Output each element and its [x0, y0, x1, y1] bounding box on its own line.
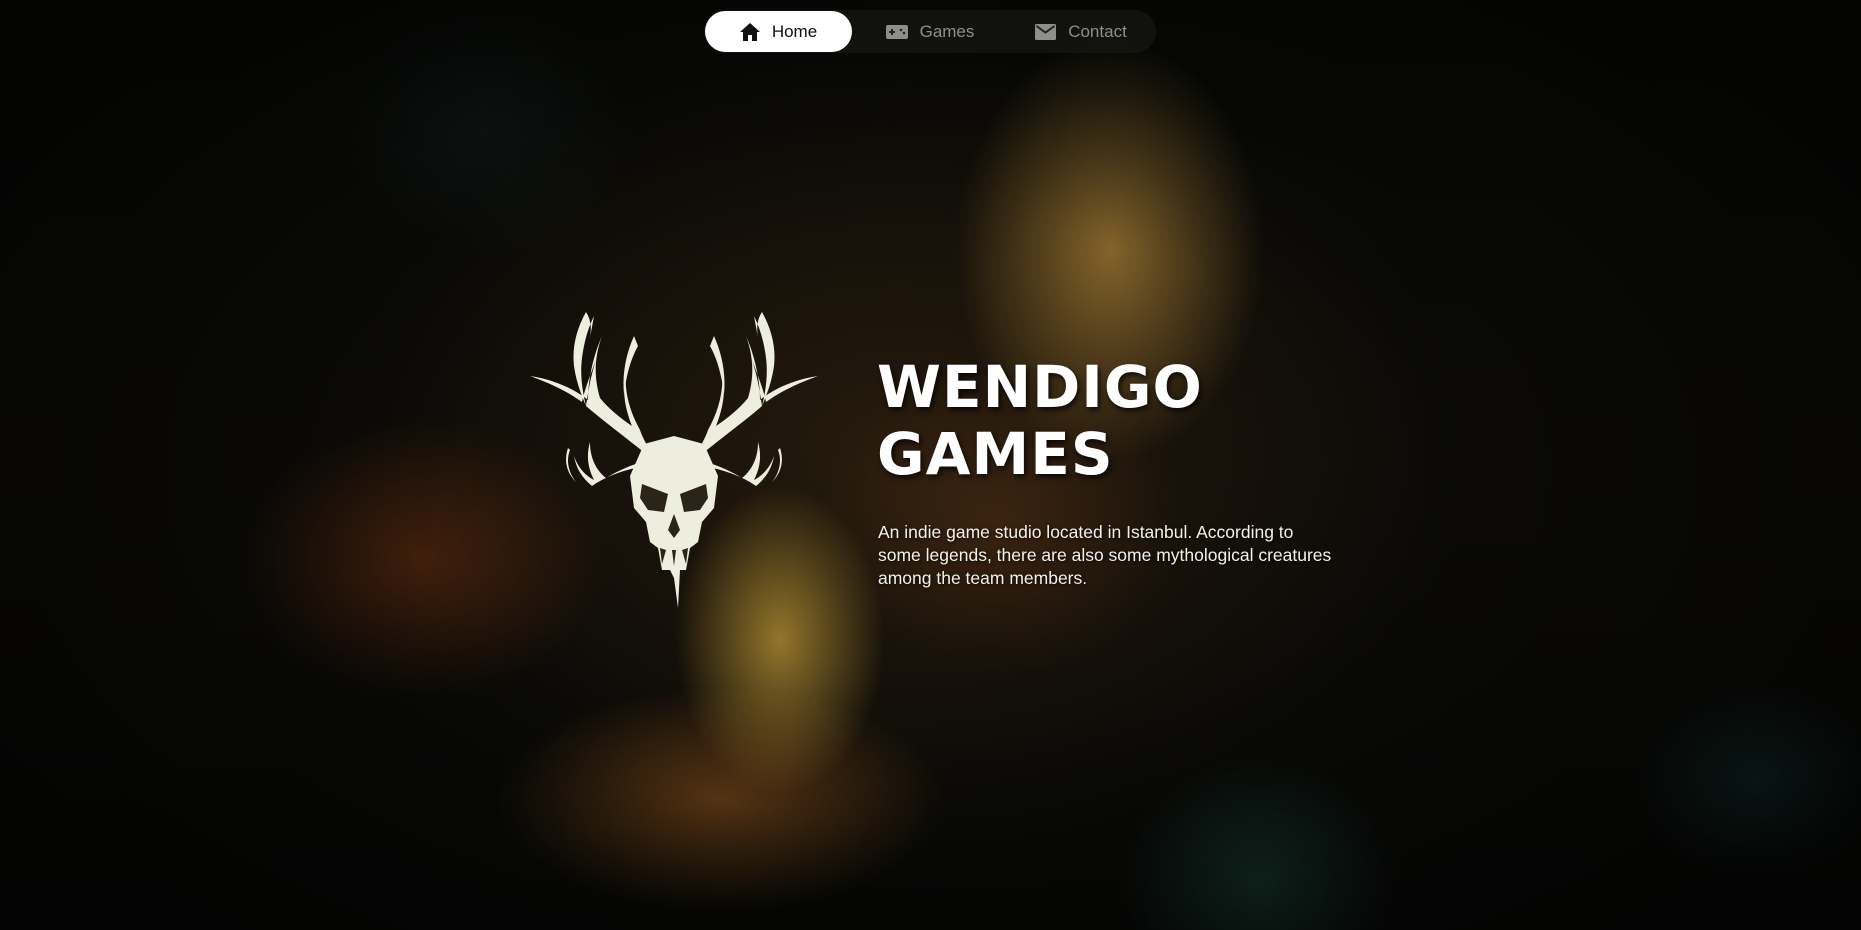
hero-background: Home Games Contact WENDIGO GAMES An indi… — [0, 0, 1861, 930]
title-line-1: WENDIGO — [877, 353, 1203, 421]
title-line-2: GAMES — [877, 420, 1114, 488]
main-navigation: Home Games Contact — [704, 10, 1156, 53]
home-icon — [739, 22, 760, 41]
nav-games[interactable]: Games — [852, 11, 1008, 52]
nav-home-label: Home — [771, 21, 818, 41]
nav-home[interactable]: Home — [705, 11, 852, 52]
studio-title: WENDIGO GAMES — [877, 354, 1203, 488]
gamepad-icon — [885, 24, 908, 39]
nav-contact-label: Contact — [1068, 21, 1127, 41]
nav-contact[interactable]: Contact — [1008, 11, 1154, 52]
wendigo-logo — [528, 308, 820, 612]
mail-icon — [1035, 23, 1057, 40]
nav-games-label: Games — [919, 21, 975, 41]
studio-description: An indie game studio located in Istanbul… — [878, 522, 1332, 588]
